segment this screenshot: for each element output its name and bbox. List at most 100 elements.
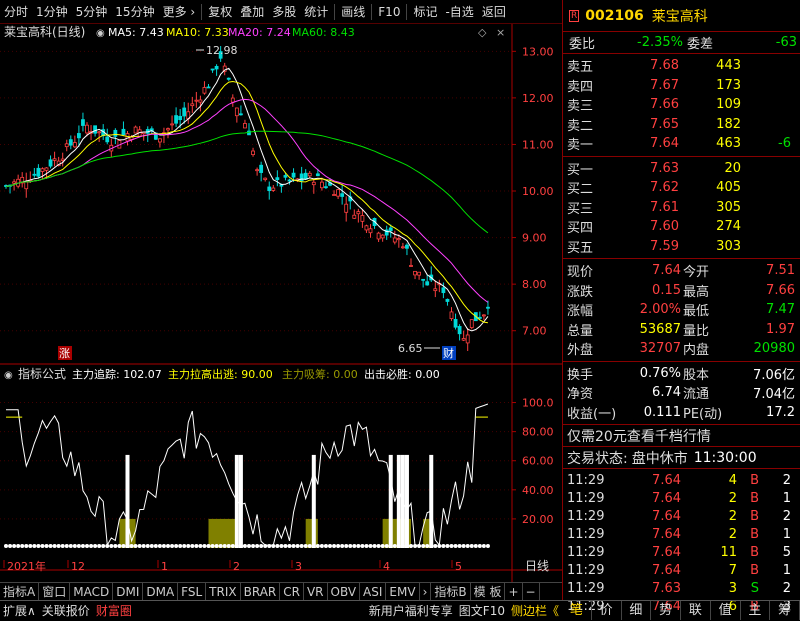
- sell-row-2[interactable]: 卖三 7.66 109: [563, 95, 800, 115]
- toolbar-button-2[interactable]: 5分钟: [72, 0, 112, 24]
- promo-row[interactable]: 仅需20元查看千档行情: [563, 425, 800, 447]
- candle-body: [291, 172, 296, 178]
- baseline-dot: [24, 544, 29, 548]
- indicator-tab-17[interactable]: −: [523, 582, 540, 601]
- baseline-dot: [12, 544, 17, 548]
- sell-row-3[interactable]: 卖二 7.65 182: [563, 115, 800, 135]
- ma-legend-arrow[interactable]: ◉: [96, 28, 105, 39]
- period-label[interactable]: 日线: [525, 559, 549, 573]
- indicator-tab-9[interactable]: VR: [304, 582, 328, 601]
- quote-row-2: 涨幅 2.00% 最低 7.47: [563, 300, 800, 320]
- indicator-tab-10[interactable]: OBV: [328, 582, 361, 601]
- toolbar-button-10[interactable]: F10: [374, 0, 404, 24]
- candle-body: [388, 227, 393, 232]
- toolbar-button-1[interactable]: 1分钟: [32, 0, 72, 24]
- indicator-tick-label: 20.00: [522, 513, 554, 526]
- indicator-tab-0[interactable]: 指标A: [0, 582, 40, 601]
- baseline-dot: [400, 544, 405, 548]
- price-tick-label: 12.00: [522, 92, 554, 105]
- toolbar-button-6[interactable]: 叠加: [236, 0, 268, 24]
- indicator-tab-6[interactable]: TRIX: [206, 582, 241, 601]
- indicator-tab-11[interactable]: ASI: [360, 582, 387, 601]
- indicator-tab-13[interactable]: ›: [420, 582, 432, 601]
- toolbar-button-11[interactable]: 标记: [409, 0, 441, 24]
- indicator-title[interactable]: 指标公式: [18, 366, 66, 381]
- sell-row-0[interactable]: 卖五 7.68 443: [563, 56, 800, 76]
- detail-tab-5[interactable]: 值: [711, 601, 741, 620]
- indicator-tick-label: 60.00: [522, 455, 554, 468]
- diamond-icon[interactable]: ◇: [478, 26, 487, 39]
- bottom-right-0[interactable]: 新用户福利专享: [366, 601, 456, 621]
- fin-value: 7.06亿: [753, 367, 795, 383]
- bottom-right-1[interactable]: 图文F10: [456, 601, 508, 621]
- quote-row-1: 涨跌 0.15 最高 7.66: [563, 281, 800, 301]
- candle-body: [174, 115, 179, 124]
- detail-tab-4[interactable]: 联: [681, 601, 711, 620]
- baseline-dot: [417, 544, 422, 548]
- candle-body: [332, 194, 336, 196]
- indicator-tab-4[interactable]: DMA: [143, 582, 179, 601]
- detail-tab-0[interactable]: 笔: [562, 601, 592, 620]
- tick-row-4: 11:29 7.64 11 B 5: [563, 543, 800, 561]
- indicator-tab-12[interactable]: EMV: [386, 582, 420, 601]
- toolbar-button-0[interactable]: 分时: [0, 0, 32, 24]
- kline-chart-area[interactable]: 莱宝高科(日线) ◉ MA5: 7.43 MA10: 7.33 MA20: 7.24 MA…: [0, 24, 562, 582]
- toolbar-button-12[interactable]: -自选: [441, 0, 477, 24]
- toolbar-button-7[interactable]: 多股: [268, 0, 300, 24]
- indicator-tab-2[interactable]: MACD: [70, 582, 114, 601]
- indicator-tab-3[interactable]: DMI: [113, 582, 144, 601]
- indicator-tab-8[interactable]: CR: [280, 582, 304, 601]
- indicator-dropdown-icon[interactable]: ◉: [4, 370, 13, 381]
- sell-row-4[interactable]: 卖一 7.64 463 -6: [563, 134, 800, 154]
- buy-row-3[interactable]: 买四 7.60 274: [563, 217, 800, 237]
- candle-body: [380, 234, 385, 239]
- indicator-tab-14[interactable]: 指标B: [431, 582, 471, 601]
- bottom-right-2[interactable]: 侧边栏《: [508, 601, 562, 621]
- buy-row-1[interactable]: 买二 7.62 405: [563, 178, 800, 198]
- candle-body: [182, 107, 187, 117]
- toolbar-button-5[interactable]: 复权: [204, 0, 236, 24]
- sell-row-1[interactable]: 卖四 7.67 173: [563, 76, 800, 96]
- detail-tab-3[interactable]: 势: [651, 601, 681, 620]
- kline-chart-svg[interactable]: 莱宝高科(日线) ◉ MA5: 7.43 MA10: 7.33 MA20: 7.24 MA…: [0, 24, 562, 582]
- detail-tab-7[interactable]: 筹: [770, 601, 800, 620]
- candle-body: [68, 139, 73, 146]
- indicator-tab-5[interactable]: FSL: [178, 582, 207, 601]
- indicator-tab-1[interactable]: 窗口: [39, 582, 71, 601]
- indicator-tab-15[interactable]: 模 板: [471, 582, 506, 601]
- toolbar-button-13[interactable]: 返回: [478, 0, 510, 24]
- candle-body: [481, 314, 486, 317]
- detail-tab-2[interactable]: 细: [622, 601, 652, 620]
- toolbar-button-9[interactable]: 画线: [337, 0, 369, 24]
- candle-body: [36, 167, 41, 177]
- baseline-dot: [117, 544, 122, 548]
- baseline-dot: [125, 544, 130, 548]
- baseline-dot: [186, 544, 191, 548]
- bottom-left-0[interactable]: 扩展∧: [0, 601, 39, 621]
- toolbar-button-8[interactable]: 统计: [300, 0, 332, 24]
- close-icon[interactable]: ×: [496, 26, 505, 39]
- buy-row-0[interactable]: 买一 7.63 20: [563, 159, 800, 179]
- baseline-dot: [145, 544, 150, 548]
- candle-body: [133, 126, 138, 134]
- candle-body: [81, 119, 85, 126]
- indicator-tab-16[interactable]: +: [505, 582, 523, 601]
- buy-row-2[interactable]: 买三 7.61 305: [563, 198, 800, 218]
- detail-tab-6[interactable]: 主: [741, 601, 771, 620]
- bottom-left-2[interactable]: 财富圈: [93, 601, 135, 621]
- bottom-left-1[interactable]: 关联报价: [39, 601, 93, 621]
- detail-tab-1[interactable]: 价: [592, 601, 622, 620]
- candle-body: [396, 238, 401, 241]
- candle-body: [469, 319, 474, 329]
- tick-direction: B: [750, 544, 759, 560]
- baseline-dot: [222, 544, 227, 548]
- toolbar-button-3[interactable]: 15分钟: [111, 0, 158, 24]
- indicator-tab-7[interactable]: BRAR: [241, 582, 281, 601]
- promo-text[interactable]: 仅需20元查看千档行情: [567, 426, 711, 446]
- candle-body: [303, 172, 308, 180]
- indicator-item-0: 主力追踪: 102.07: [72, 367, 162, 381]
- toolbar-button-4[interactable]: 更多 ›: [159, 0, 200, 24]
- tick-count: 2: [782, 472, 791, 488]
- buy-row-4[interactable]: 买五 7.59 303: [563, 237, 800, 257]
- baseline-dot: [198, 544, 203, 548]
